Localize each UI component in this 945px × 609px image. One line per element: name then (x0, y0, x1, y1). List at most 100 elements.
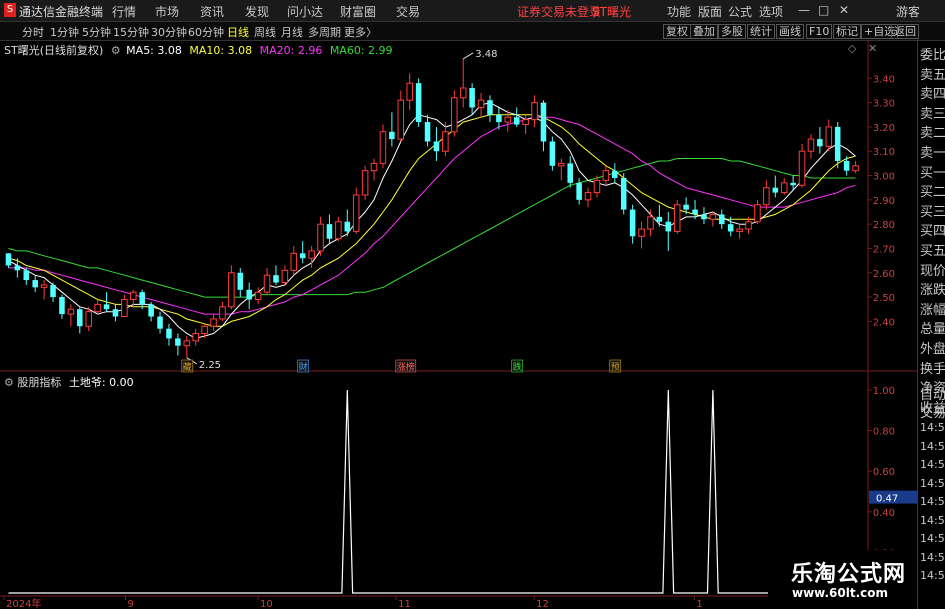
indicator-header: ⚙ 股朋指标 土地爷: 0.00 (4, 374, 134, 390)
indicator-name[interactable]: 股朋指标 (17, 376, 61, 389)
period-tab-weekly[interactable]: 周线 (254, 24, 276, 40)
period-tab-30min[interactable]: 30分钟 (151, 24, 187, 40)
candle-body-up (67, 308, 75, 315)
candle (513, 107, 520, 127)
menu-item-ask[interactable]: 问小达 (287, 3, 323, 20)
price-tick-label: 2.40 (873, 317, 895, 328)
minimize-icon[interactable]: — (798, 3, 810, 17)
quote-field-label: 现价 (920, 263, 945, 279)
adjust-button[interactable]: 复权 (663, 24, 691, 39)
indicator-gear-icon[interactable]: ⚙ (4, 376, 14, 389)
period-tab-intraday[interactable]: 分时 (22, 24, 44, 40)
f10-button[interactable]: F10 (806, 24, 833, 39)
candle-body-down (683, 204, 689, 210)
candle-body-up (352, 194, 360, 232)
candle (469, 83, 475, 115)
candle-body-down (148, 304, 154, 317)
candle-body-up (647, 216, 654, 230)
back-button[interactable]: 返回 (891, 24, 919, 39)
candle-body-down (139, 292, 145, 305)
period-toolbar: 分时 1分钟 5分钟 15分钟 30分钟 60分钟 日线 周线 月线 多周期 更… (0, 22, 945, 41)
candle-body-up (290, 252, 298, 271)
tick-time: 14:55 (920, 476, 945, 490)
quote-field-label: 换手 (920, 361, 945, 377)
date-tick-label: 2024年 (6, 597, 41, 609)
candle-body-down (772, 187, 779, 193)
menu-item-function[interactable]: 功能 (667, 3, 691, 20)
menu-item-trade[interactable]: 交易 (396, 3, 420, 20)
candle-body-down (656, 216, 663, 222)
period-tab-daily[interactable]: 日线 (227, 24, 249, 40)
candle (540, 100, 547, 152)
menu-item-formula[interactable]: 公式 (728, 3, 752, 20)
menu-item-options[interactable]: 选项 (759, 3, 783, 20)
candle-body-up (763, 187, 770, 206)
close-icon[interactable]: ✕ (839, 3, 849, 17)
menu-item-market[interactable]: 行情 (112, 3, 136, 20)
ma20-line (8, 116, 856, 315)
candle-body-up (317, 223, 324, 252)
candle (59, 294, 65, 319)
menu-item-markets[interactable]: 市场 (155, 3, 179, 20)
price-tick-label: 2.80 (873, 220, 895, 231)
menu-item-news[interactable]: 资讯 (200, 3, 224, 20)
candle (263, 267, 271, 295)
candle (397, 90, 405, 142)
period-tab-monthly[interactable]: 月线 (281, 24, 303, 40)
candle-body-up (798, 150, 806, 186)
period-tab-5min[interactable]: 5分钟 (82, 24, 111, 40)
low-price-label: 2.25 (199, 360, 221, 371)
quote-field-label: 买一 (920, 165, 945, 181)
candle-body-up (459, 87, 467, 99)
candle (665, 212, 672, 251)
candle-body-down (166, 328, 172, 339)
candle (763, 180, 770, 210)
period-tab-60min[interactable]: 60分钟 (188, 24, 224, 40)
candle (459, 58, 467, 108)
stats-button[interactable]: 统计 (747, 24, 775, 39)
login-status[interactable]: 证券交易未登录 (517, 3, 601, 20)
price-tick-label: 3.40 (873, 74, 895, 85)
period-tab-multi[interactable]: 多周期 (308, 24, 341, 40)
candle (424, 114, 431, 147)
candle (389, 112, 395, 147)
candle (67, 304, 75, 327)
candle (32, 275, 38, 293)
watermark-url: www.60lt.com (792, 586, 889, 600)
candle (335, 216, 342, 242)
quote-field-label: 卖三 (920, 106, 945, 122)
menu-item-wealth[interactable]: 财富圈 (340, 3, 376, 20)
quote-field-label: 总量 (920, 322, 945, 338)
more-arrow-icon[interactable]: 〉 (366, 24, 377, 40)
period-tab-more[interactable]: 更多 (344, 24, 366, 40)
quote-field-label: 买五 (920, 244, 945, 259)
draw-line-button[interactable]: 画线 (776, 24, 804, 39)
multi-stock-button[interactable]: 多股 (718, 24, 746, 39)
candle-body-up (593, 179, 601, 194)
price-tick-label: 2.50 (873, 293, 895, 304)
event-tag-label: 预 (611, 362, 620, 373)
candle-body-down (692, 209, 698, 215)
menu-item-layout[interactable]: 版面 (698, 3, 722, 20)
overlay-button[interactable]: 叠加 (690, 24, 718, 39)
quote-side-panel: 委比 卖五 卖四 卖三 卖二 卖一 买一 买二 买三 买四 买五 现价 涨跌 涨幅 总量 外盘 换手 净资 收益 自动… (917, 41, 945, 609)
event-tag-label: 藏 (183, 361, 192, 373)
candle-body-down (701, 214, 707, 220)
period-tab-1min[interactable]: 1分钟 (50, 24, 79, 40)
restore-icon[interactable]: □ (818, 3, 829, 17)
indicator-line (8, 389, 856, 594)
mark-button[interactable]: 标记 (833, 24, 861, 39)
candle (549, 136, 556, 171)
price-tick-label: 2.90 (873, 196, 895, 207)
period-tab-15min[interactable]: 15分钟 (113, 24, 149, 40)
guest-label[interactable]: 游客 (896, 3, 920, 20)
candle (352, 187, 360, 234)
candle (620, 173, 627, 215)
candle (23, 267, 30, 285)
menu-item-discover[interactable]: 发现 (245, 3, 269, 20)
kline-chart[interactable]: 3.40 3.30 3.20 3.10 3.00 2.90 2.80 2.70 2.60 2.50… (0, 40, 917, 609)
high-price-label: 3.48 (475, 49, 497, 60)
candle-body-down (59, 297, 65, 315)
candle-body-up (254, 291, 262, 301)
candle (379, 124, 387, 169)
